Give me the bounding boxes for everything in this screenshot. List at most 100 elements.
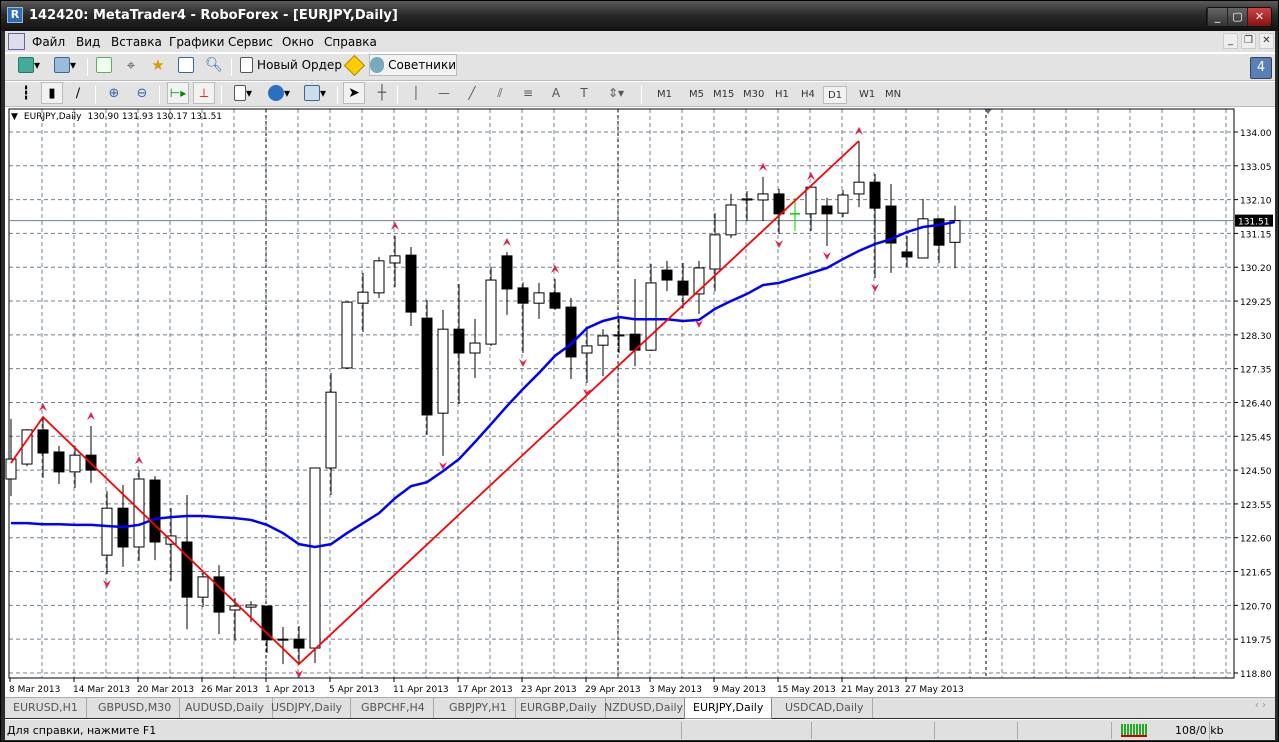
title-bar: R 142420: MetaTrader4 - RoboForex - [EUR… bbox=[1, 1, 1278, 31]
chart-tab[interactable]: USDJPY,Daily bbox=[263, 698, 352, 718]
candle bbox=[805, 186, 817, 231]
text-label-icon: T bbox=[580, 86, 588, 100]
notifications-badge[interactable]: 4 bbox=[1250, 57, 1272, 79]
timeframe-h4[interactable]: H4 bbox=[797, 86, 819, 104]
chart-tab[interactable]: EURGBP,Daily bbox=[512, 698, 606, 718]
timeframe-m5[interactable]: M5 bbox=[685, 86, 708, 104]
market-watch-button[interactable] bbox=[93, 54, 115, 76]
candle-body bbox=[277, 638, 289, 641]
menu-tools[interactable]: Сервис bbox=[228, 35, 273, 49]
fractal-down-arrow-icon bbox=[823, 251, 831, 260]
zoom-out-button[interactable]: ⊖ bbox=[131, 82, 153, 104]
periods-button[interactable]: ▾ bbox=[263, 82, 295, 104]
status-help-text: Для справки, нажмите F1 bbox=[7, 724, 157, 737]
arrows-icon: ⇕▾ bbox=[607, 86, 625, 100]
price-axis-label: 133.05 bbox=[1240, 163, 1272, 173]
menu-view[interactable]: Вид bbox=[76, 35, 100, 49]
connection-status-icon[interactable] bbox=[1121, 724, 1147, 737]
menu-file[interactable]: Файл bbox=[32, 35, 65, 49]
mdi-restore-button[interactable]: ❐ bbox=[1241, 33, 1256, 49]
menu-help[interactable]: Справка bbox=[324, 35, 377, 49]
chart-tab[interactable]: NZDUSD,Daily bbox=[596, 698, 693, 718]
chart-tab[interactable]: USDCAD,Daily bbox=[777, 698, 873, 718]
new-order-button[interactable]: Новый Ордер bbox=[239, 54, 343, 76]
menu-charts[interactable]: Графики bbox=[169, 35, 224, 49]
candle bbox=[725, 193, 737, 239]
candle bbox=[901, 235, 913, 267]
chart-tab[interactable]: EURJPY,Daily bbox=[684, 698, 773, 719]
minimize-button[interactable]: _ bbox=[1207, 8, 1227, 26]
timeframe-m30[interactable]: M30 bbox=[739, 86, 768, 104]
tab-scroll-arrows[interactable]: ‹ › bbox=[1255, 700, 1266, 711]
candlestick-chart-button[interactable]: ▮ bbox=[41, 82, 63, 104]
maximize-button[interactable]: ▢ bbox=[1227, 8, 1247, 26]
candle bbox=[373, 256, 385, 298]
chart-window[interactable]: 134.00 133.05 132.10 131.15 130.20 129.25 128.… bbox=[5, 107, 1275, 697]
time-axis-label: 11 Apr 2013 bbox=[393, 685, 449, 695]
fibonacci-button[interactable]: ≡ bbox=[517, 82, 539, 104]
candle bbox=[437, 309, 449, 456]
line-chart-icon: ∕ bbox=[75, 85, 81, 101]
indicators-button[interactable]: ▾ bbox=[227, 82, 259, 104]
menu-window[interactable]: Окно bbox=[282, 35, 314, 49]
alert-button[interactable] bbox=[343, 54, 365, 76]
candle bbox=[53, 445, 65, 484]
candle-body bbox=[901, 251, 913, 258]
candle-body bbox=[389, 255, 401, 264]
price-chart[interactable]: 134.00 133.05 132.10 131.15 130.20 129.25 128.… bbox=[5, 107, 1275, 697]
timeframe-d1[interactable]: D1 bbox=[823, 86, 848, 104]
time-axis-label: 15 May 2013 bbox=[777, 685, 836, 695]
chart-tab[interactable]: GBPUSD,M30 bbox=[90, 698, 181, 718]
timeframe-w1[interactable]: W1 bbox=[855, 86, 879, 104]
navigator-button[interactable]: ★ bbox=[147, 54, 169, 76]
time-axis-label: 29 Apr 2013 bbox=[585, 685, 641, 695]
collapse-triangle-icon[interactable]: ▼ bbox=[11, 112, 18, 122]
auto-scroll-button[interactable]: ⊢▸ bbox=[167, 82, 189, 104]
zoom-in-button[interactable]: ⊕ bbox=[103, 82, 125, 104]
arrows-button[interactable]: ⇕▾ bbox=[601, 82, 631, 104]
chart-window-icon[interactable] bbox=[8, 33, 25, 50]
chart-tab[interactable]: GBPJPY,H1 bbox=[441, 698, 516, 718]
terminal-button[interactable] bbox=[175, 54, 197, 76]
mdi-minimize-button[interactable]: _ bbox=[1223, 33, 1238, 49]
timeframe-m15[interactable]: M15 bbox=[709, 86, 738, 104]
cursor-button[interactable]: ➤ bbox=[343, 82, 365, 104]
horizontal-line-button[interactable]: — bbox=[433, 82, 455, 104]
experts-button[interactable]: Советники bbox=[369, 54, 457, 76]
vertical-line-button[interactable]: │ bbox=[405, 82, 427, 104]
strategy-tester-button[interactable]: 🔍︎ bbox=[203, 54, 225, 76]
templates-button[interactable]: ▾ bbox=[299, 82, 331, 104]
trendline-button[interactable]: ╱ bbox=[461, 82, 483, 104]
price-axis-label: 125.45 bbox=[1240, 433, 1272, 443]
candle bbox=[229, 597, 241, 641]
bar-chart-button[interactable]: ┇ bbox=[15, 82, 37, 104]
chart-tab[interactable]: GBPCHF,H4 bbox=[353, 698, 434, 718]
menu-insert[interactable]: Вставка bbox=[111, 35, 162, 49]
price-axis-label: 118.80 bbox=[1240, 670, 1272, 680]
chart-ohlc: 130.90 131.93 130.17 131.51 bbox=[87, 112, 223, 122]
text-label-button[interactable]: T bbox=[573, 82, 595, 104]
magnifier-icon: 🔍︎ bbox=[205, 57, 223, 73]
time-axis-label: 27 May 2013 bbox=[905, 685, 964, 695]
line-chart-button[interactable]: ∕ bbox=[67, 82, 89, 104]
mdi-close-button[interactable]: ✕ bbox=[1259, 33, 1274, 49]
price-axis-label: 124.50 bbox=[1240, 467, 1272, 477]
timeframe-h1[interactable]: H1 bbox=[771, 86, 793, 104]
chart-shift-button[interactable]: ⊥ bbox=[193, 82, 215, 104]
data-window-button[interactable]: ⌖ bbox=[120, 54, 142, 76]
new-chart-button[interactable]: ▾ bbox=[13, 54, 45, 76]
chart-tab[interactable]: EURUSD,H1 bbox=[5, 698, 87, 718]
timeframe-mn[interactable]: MN bbox=[881, 86, 905, 104]
close-button[interactable]: ✕ bbox=[1247, 8, 1271, 26]
profiles-button[interactable]: ▾ bbox=[49, 54, 81, 76]
time-axis-label: 14 Mar 2013 bbox=[73, 685, 130, 695]
candle-body bbox=[837, 194, 849, 214]
candle bbox=[533, 282, 545, 319]
equidistant-channel-button[interactable]: ⫽ bbox=[489, 82, 511, 104]
fractal-down-arrow-icon bbox=[871, 283, 879, 292]
candle-body bbox=[821, 205, 833, 215]
text-button[interactable]: A bbox=[545, 82, 567, 104]
crosshair-button[interactable]: ┼ bbox=[371, 82, 393, 104]
chart-tab[interactable]: AUDUSD,Daily bbox=[177, 698, 273, 718]
timeframe-m1[interactable]: M1 bbox=[653, 86, 676, 104]
